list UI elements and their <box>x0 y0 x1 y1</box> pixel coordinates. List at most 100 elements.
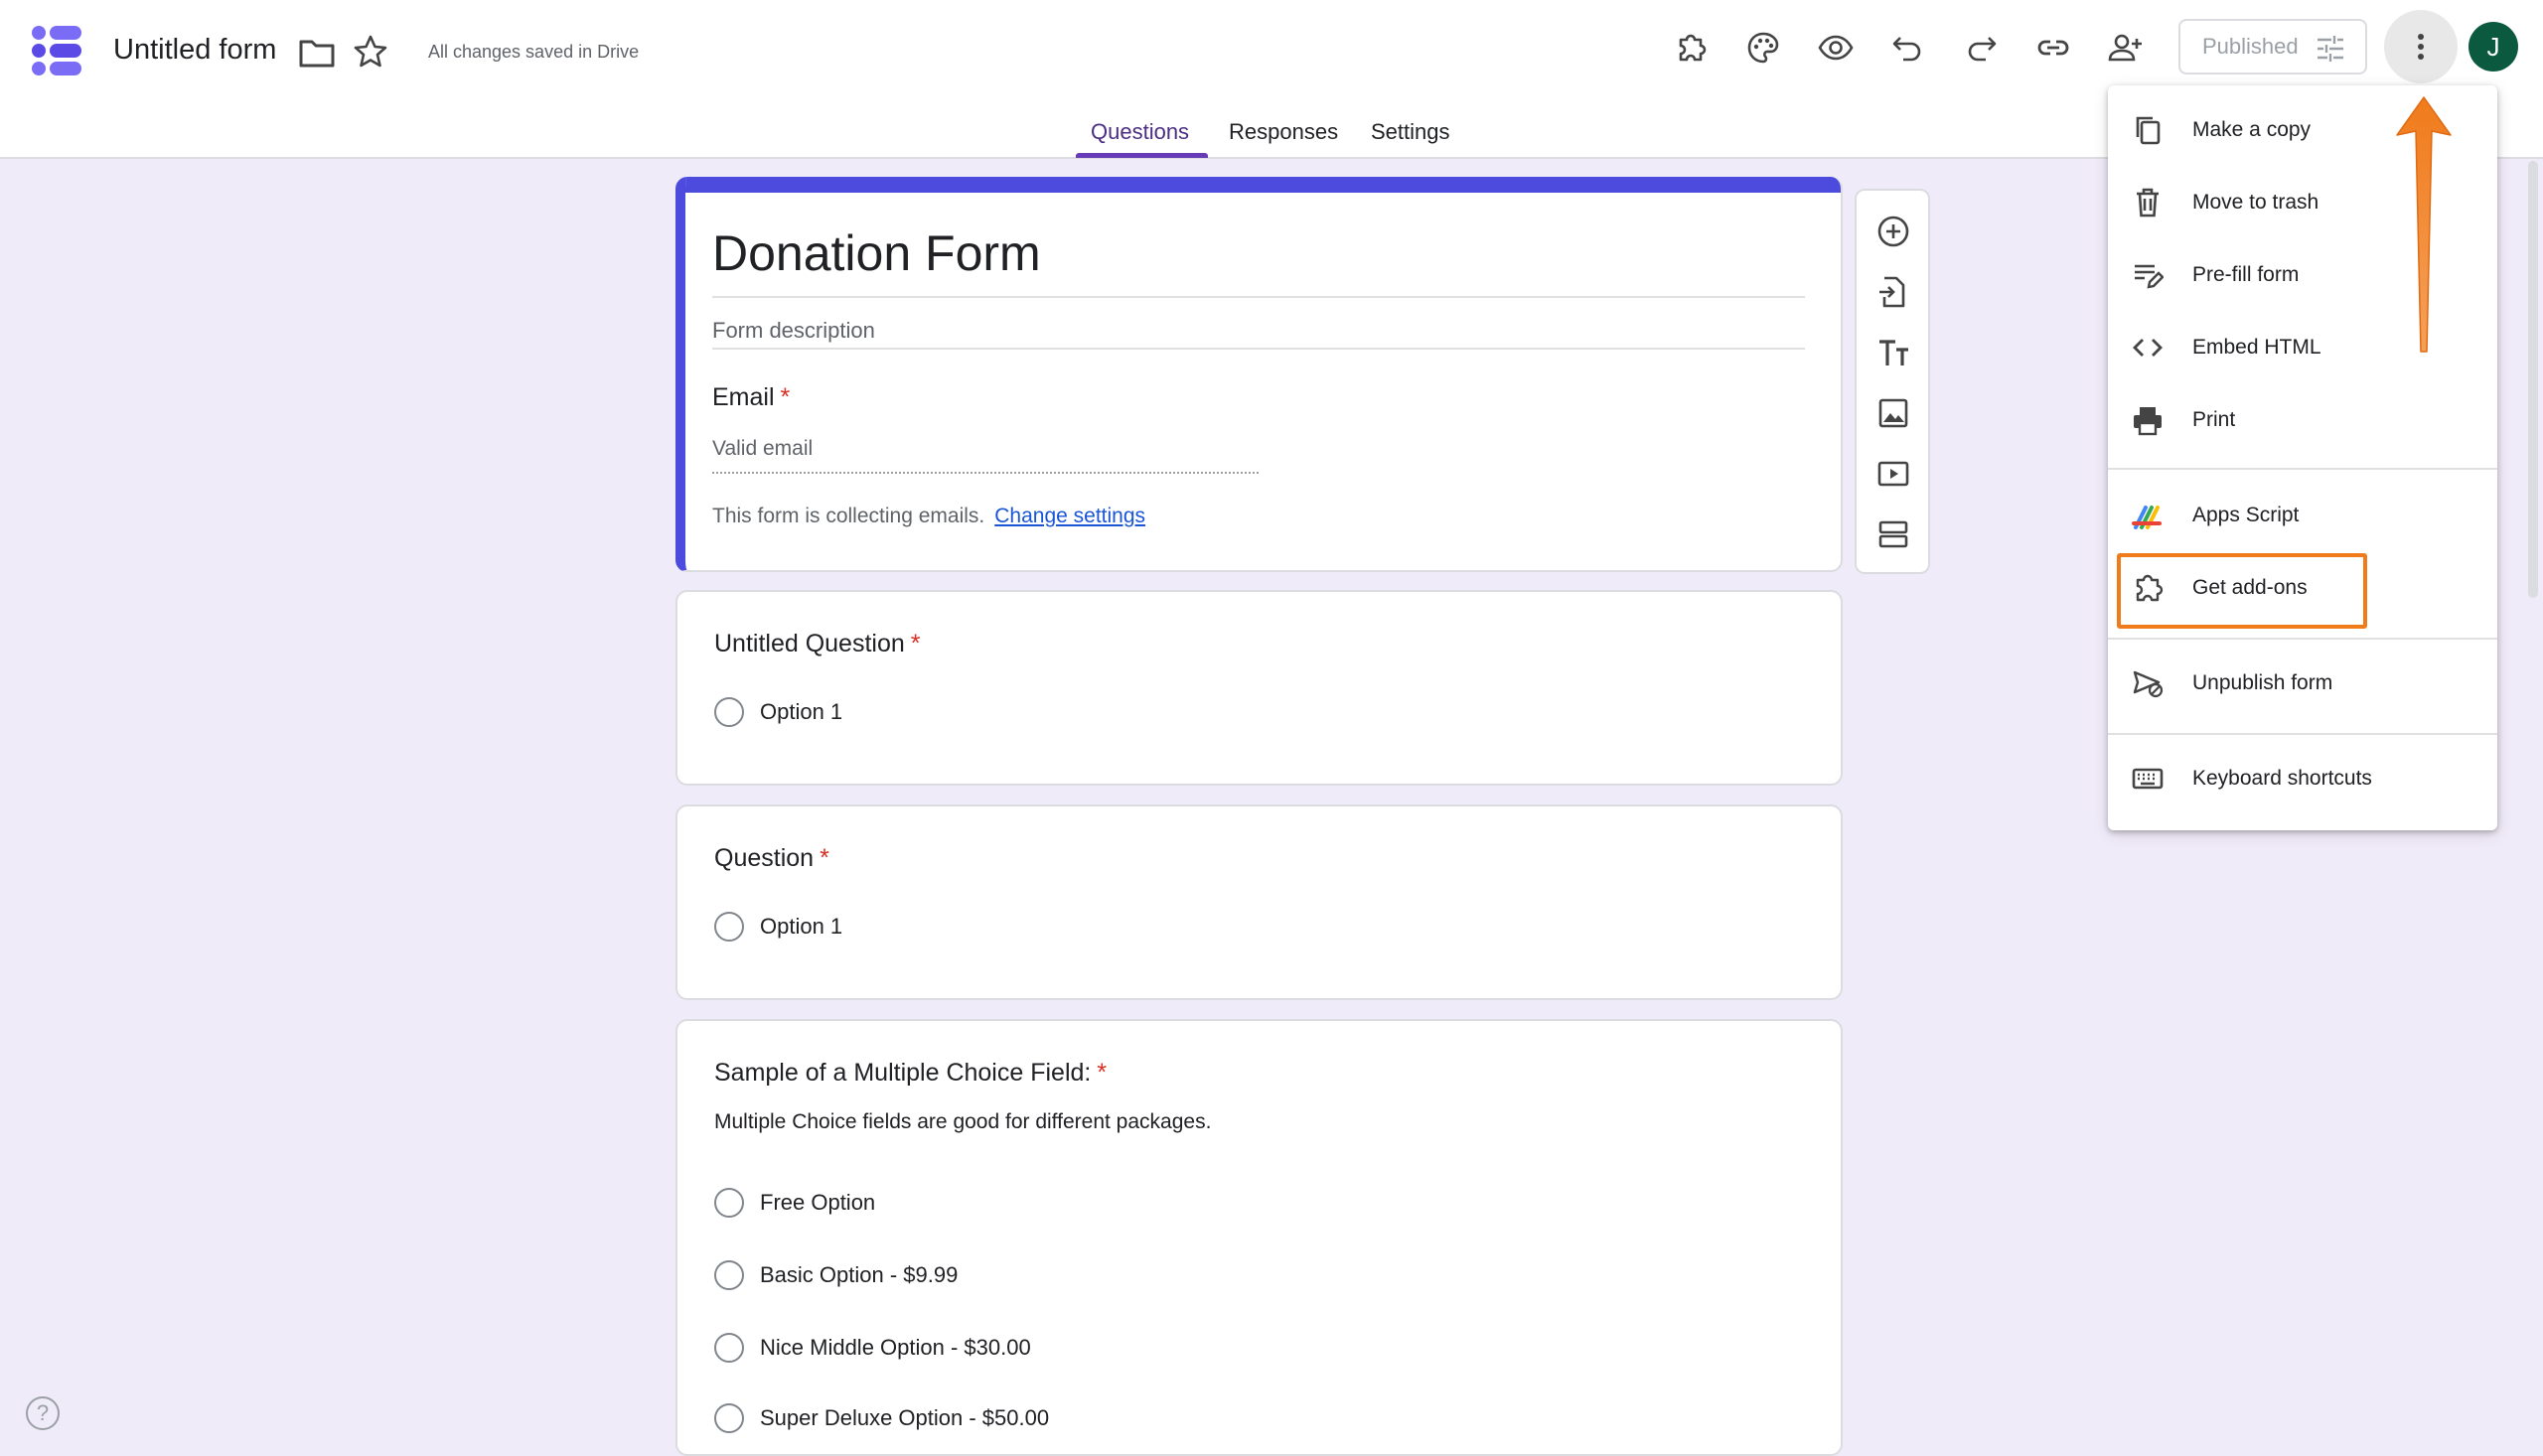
question-card[interactable]: Question * Option 1 <box>675 804 1843 1000</box>
form-accent-bar <box>685 177 1841 193</box>
import-questions-icon[interactable] <box>1874 273 1912 311</box>
radio-option[interactable]: Nice Middle Option - $30.00 <box>714 1333 1031 1363</box>
radio-option[interactable]: Option 1 <box>714 697 842 727</box>
copy-icon <box>2130 112 2166 148</box>
email-field[interactable]: Valid email <box>712 437 813 461</box>
preview-eye-icon[interactable] <box>1816 28 1856 68</box>
radio-option[interactable]: Free Option <box>714 1188 875 1218</box>
arrow-annotation-icon <box>2396 96 2452 353</box>
tab-responses[interactable]: Responses <box>1229 119 1338 145</box>
folder-icon[interactable] <box>298 36 336 70</box>
option-label: Option 1 <box>760 914 843 939</box>
question-title-text: Untitled Question <box>714 630 905 657</box>
tab-questions[interactable]: Questions <box>1091 119 1189 145</box>
option-label: Nice Middle Option - $30.00 <box>760 1335 1031 1360</box>
menu-item-label: Pre-fill form <box>2192 263 2300 286</box>
menu-item-label: Move to trash <box>2192 191 2319 214</box>
question-title: Sample of a Multiple Choice Field: * <box>714 1059 1107 1088</box>
redo-icon[interactable] <box>1961 28 2001 68</box>
radio-button[interactable] <box>714 1403 744 1433</box>
collecting-text: This form is collecting emails. <box>712 505 985 527</box>
scrollbar[interactable] <box>2528 161 2538 598</box>
undo-icon[interactable] <box>1888 28 1928 68</box>
radio-option[interactable]: Option 1 <box>714 912 842 942</box>
unpublish-icon <box>2130 665 2166 701</box>
add-video-icon[interactable] <box>1874 455 1912 493</box>
publish-settings-icon <box>2318 36 2343 62</box>
add-question-icon[interactable] <box>1874 213 1912 250</box>
email-field-underline <box>712 472 1259 474</box>
published-label: Published <box>2202 34 2299 59</box>
menu-divider <box>2108 733 2497 735</box>
radio-button[interactable] <box>714 697 744 727</box>
email-label-text: Email <box>712 383 775 411</box>
option-label: Option 1 <box>760 699 843 724</box>
tab-settings[interactable]: Settings <box>1371 119 1450 145</box>
palette-icon[interactable] <box>1743 28 1783 68</box>
question-title-text: Sample of a Multiple Choice Field: <box>714 1059 1092 1087</box>
question-card[interactable]: Sample of a Multiple Choice Field: * Mult… <box>675 1019 1843 1456</box>
menu-item-label: Embed HTML <box>2192 336 2321 359</box>
email-question-label: Email * <box>712 383 790 412</box>
active-tab-indicator <box>1076 153 1208 158</box>
question-title-text: Question <box>714 844 815 872</box>
collecting-emails-notice: This form is collecting emails. Change se… <box>712 505 1145 528</box>
add-collaborator-icon[interactable] <box>2106 28 2146 68</box>
menu-item-unpublish-form[interactable]: Unpublish form <box>2108 652 2497 715</box>
radio-button[interactable] <box>714 1333 744 1363</box>
menu-item-label: Unpublish form <box>2192 671 2333 694</box>
option-label: Free Option <box>760 1190 876 1215</box>
option-label: Basic Option - $9.99 <box>760 1262 959 1287</box>
print-icon <box>2130 402 2166 438</box>
help-icon[interactable]: ? <box>26 1396 60 1430</box>
required-marker: * <box>820 844 829 872</box>
menu-divider <box>2108 468 2497 470</box>
question-title: Question * <box>714 844 829 873</box>
addons-puzzle-icon[interactable] <box>1671 28 1711 68</box>
radio-button[interactable] <box>714 1188 744 1218</box>
add-section-icon[interactable] <box>1874 515 1912 553</box>
form-description-field[interactable]: Form description <box>712 318 875 344</box>
required-marker: * <box>1097 1059 1108 1087</box>
required-marker: * <box>780 383 791 411</box>
menu-item-label: Keyboard shortcuts <box>2192 767 2372 790</box>
menu-item-apps-script[interactable]: Apps Script <box>2108 484 2497 547</box>
menu-item-label: Print <box>2192 408 2236 431</box>
save-status: All changes saved in Drive <box>428 42 640 62</box>
radio-option[interactable]: Super Deluxe Option - $50.00 <box>714 1403 1049 1433</box>
menu-item-label: Apps Script <box>2192 504 2300 526</box>
link-icon[interactable] <box>2033 28 2073 68</box>
add-image-icon[interactable] <box>1874 394 1912 432</box>
account-avatar[interactable]: J <box>2468 22 2518 72</box>
option-label: Super Deluxe Option - $50.00 <box>760 1405 1050 1430</box>
question-side-toolbar <box>1855 189 1930 574</box>
radio-button[interactable] <box>714 1260 744 1290</box>
menu-divider <box>2108 638 2497 640</box>
star-icon[interactable] <box>353 34 388 70</box>
change-settings-link[interactable]: Change settings <box>994 505 1145 527</box>
keyboard-icon <box>2130 761 2166 797</box>
form-title[interactable]: Donation Form <box>712 224 1041 282</box>
menu-item-keyboard-shortcuts[interactable]: Keyboard shortcuts <box>2108 747 2497 810</box>
highlight-annotation <box>2117 553 2367 629</box>
radio-option[interactable]: Basic Option - $9.99 <box>714 1260 958 1290</box>
more-vert-icon <box>2418 34 2424 60</box>
divider <box>712 296 1805 298</box>
code-icon <box>2130 330 2166 365</box>
prefill-icon <box>2130 257 2166 293</box>
add-title-icon[interactable] <box>1874 334 1912 371</box>
more-options-button[interactable] <box>2384 10 2458 83</box>
menu-item-print[interactable]: Print <box>2108 388 2497 452</box>
radio-button[interactable] <box>714 912 744 942</box>
published-button[interactable]: Published <box>2178 19 2367 74</box>
divider <box>712 348 1805 350</box>
menu-item-label: Make a copy <box>2192 118 2312 141</box>
required-marker: * <box>910 630 921 657</box>
trash-icon <box>2130 185 2166 220</box>
question-title: Untitled Question * <box>714 630 921 658</box>
question-card[interactable]: Untitled Question * Option 1 <box>675 590 1843 786</box>
apps-script-icon <box>2130 498 2166 533</box>
forms-logo-icon[interactable] <box>30 24 83 77</box>
document-title[interactable]: Untitled form <box>113 34 276 67</box>
form-header-card[interactable]: Donation Form Form description Email * Va… <box>675 177 1843 572</box>
